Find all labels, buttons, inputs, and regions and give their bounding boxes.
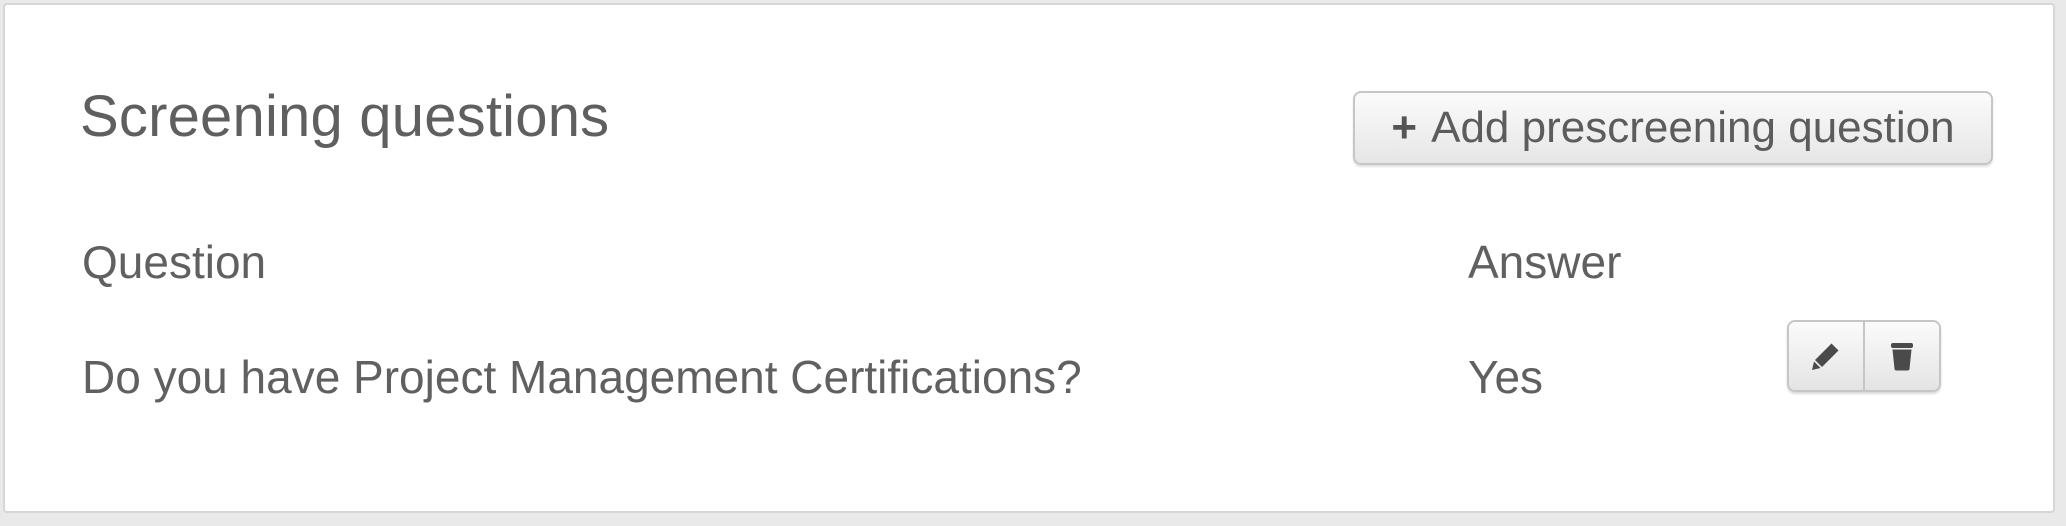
edit-question-button[interactable] — [1789, 322, 1863, 390]
row-actions — [1787, 320, 1941, 392]
column-header-answer: Answer — [1468, 236, 1622, 288]
add-prescreening-question-label: Add prescreening question — [1431, 103, 1955, 152]
column-header-question: Question — [82, 236, 267, 288]
plus-icon: + — [1391, 103, 1418, 152]
add-prescreening-question-button[interactable]: + Add prescreening question — [1353, 91, 1993, 165]
section-title: Screening questions — [80, 84, 610, 149]
delete-question-button[interactable] — [1863, 322, 1939, 390]
pencil-icon — [1812, 343, 1839, 370]
screening-questions-panel: Screening questions + Add prescreening q… — [3, 3, 2055, 513]
question-cell: Do you have Project Management Certifica… — [82, 351, 1082, 403]
answer-cell: Yes — [1468, 351, 1544, 403]
trash-icon — [1891, 343, 1913, 371]
